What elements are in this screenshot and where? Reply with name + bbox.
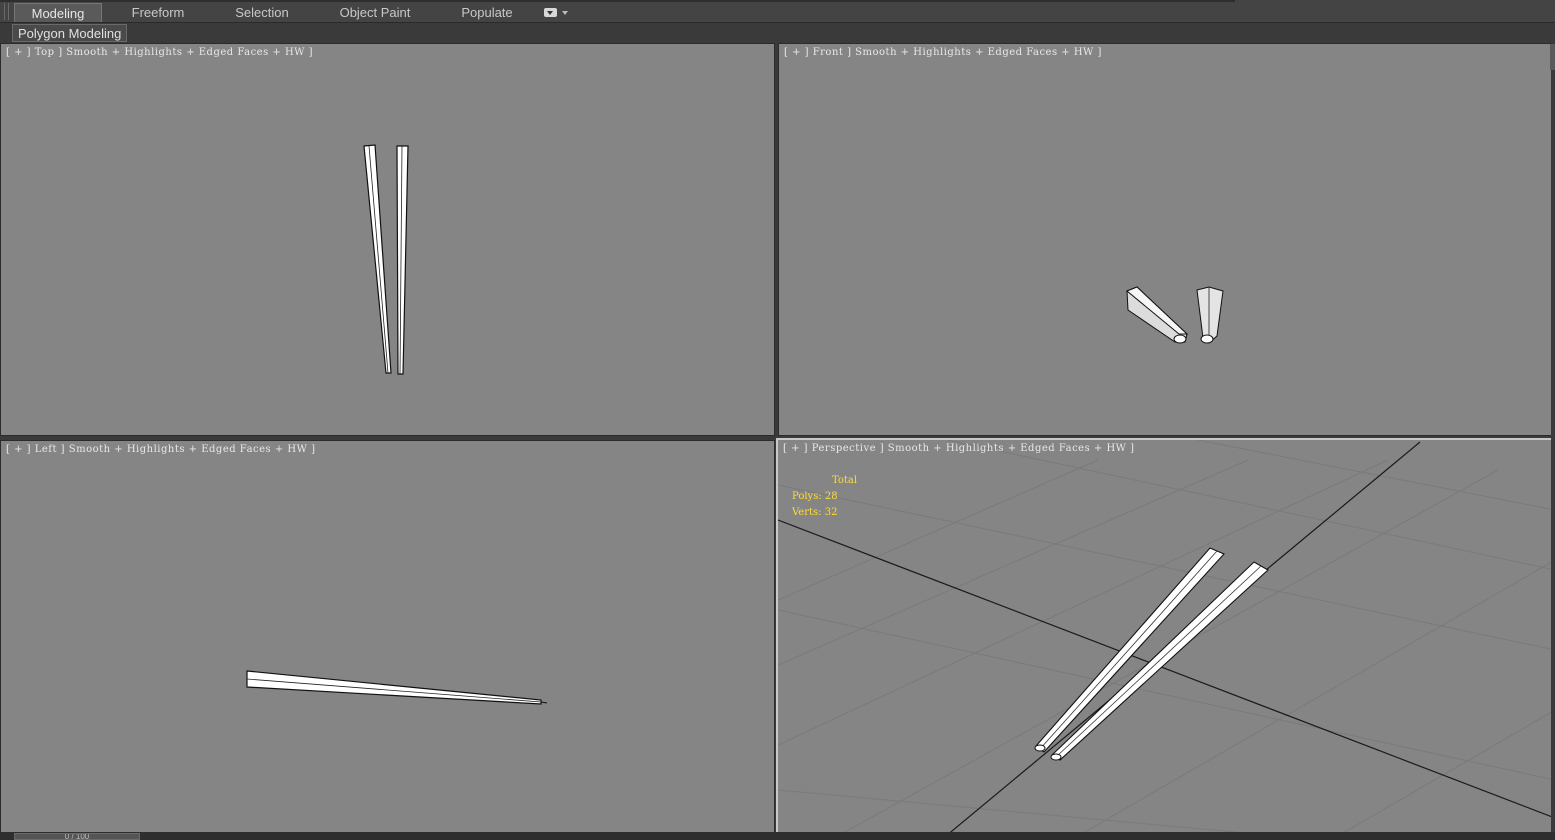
chopstick-top-left[interactable] <box>363 144 392 374</box>
chopstick-perspective-left[interactable] <box>1034 547 1225 753</box>
viewport-perspective-canvas <box>778 440 1551 832</box>
tab-freeform[interactable]: Freeform <box>118 3 198 22</box>
stats-polys-row: Polys: 28 <box>792 489 857 505</box>
viewport-front[interactable]: [ + ] Front ] Smooth + Highlights + Edge… <box>778 43 1552 436</box>
viewport-front-label[interactable]: [ + ] Front ] Smooth + Highlights + Edge… <box>784 47 1102 58</box>
ribbon-top-edge <box>0 0 1235 2</box>
chopstick-top-right[interactable] <box>396 145 409 375</box>
viewport-perspective-label[interactable]: [ + ] Perspective ] Smooth + Highlights … <box>783 443 1135 454</box>
viewport-top[interactable]: [ + ] Top ] Smooth + Highlights + Edged … <box>0 43 775 436</box>
viewport-front-canvas <box>1126 286 1224 344</box>
stats-verts-label: Verts: <box>792 507 822 518</box>
viewport-left-label[interactable]: [ + ] Left ] Smooth + Highlights + Edged… <box>6 444 316 455</box>
stats-verts-value: 32 <box>824 507 838 518</box>
time-slider-track <box>0 832 1555 840</box>
tab-modeling[interactable]: Modeling <box>14 3 102 22</box>
stats-polys-label: Polys: <box>792 491 822 502</box>
right-panel-edge <box>1551 42 1555 832</box>
ribbon-tabbar: Modeling Freeform Selection Object Paint… <box>0 0 1555 23</box>
chopstick-front-left[interactable] <box>1126 286 1189 344</box>
tab-populate[interactable]: Populate <box>448 3 526 22</box>
ribbon-display-toggle-icon[interactable] <box>544 8 557 17</box>
chopstick-perspective-right[interactable] <box>1050 561 1269 761</box>
perspective-axes <box>778 441 1551 832</box>
ribbon-grip-handle[interactable] <box>4 3 9 20</box>
viewport-perspective[interactable]: [ + ] Perspective ] Smooth + Highlights … <box>776 438 1553 834</box>
chopstick-left-view[interactable] <box>246 670 548 705</box>
chevron-down-icon[interactable] <box>562 11 568 15</box>
polygon-modeling-button[interactable]: Polygon Modeling <box>12 24 128 42</box>
stats-polys-value: 28 <box>824 491 838 502</box>
stats-total-header: Total <box>832 475 858 486</box>
scene-statistics: Total Polys: 28 Verts: 32 <box>792 473 857 521</box>
tab-selection[interactable]: Selection <box>222 3 302 22</box>
side-scrollbar[interactable] <box>1550 44 1555 70</box>
time-slider[interactable]: 0 / 100 <box>14 833 140 840</box>
stats-verts-row: Verts: 32 <box>792 505 857 521</box>
viewport-top-label[interactable]: [ + ] Top ] Smooth + Highlights + Edged … <box>6 47 313 58</box>
viewport-left[interactable]: [ + ] Left ] Smooth + Highlights + Edged… <box>0 440 775 833</box>
tab-object-paint[interactable]: Object Paint <box>330 3 420 22</box>
chopstick-front-right[interactable] <box>1196 286 1224 344</box>
perspective-grid <box>778 440 1551 832</box>
viewport-top-canvas <box>363 144 409 375</box>
ribbon-panel-bar: Polygon Modeling <box>0 23 1555 42</box>
viewport-left-canvas <box>246 670 548 705</box>
